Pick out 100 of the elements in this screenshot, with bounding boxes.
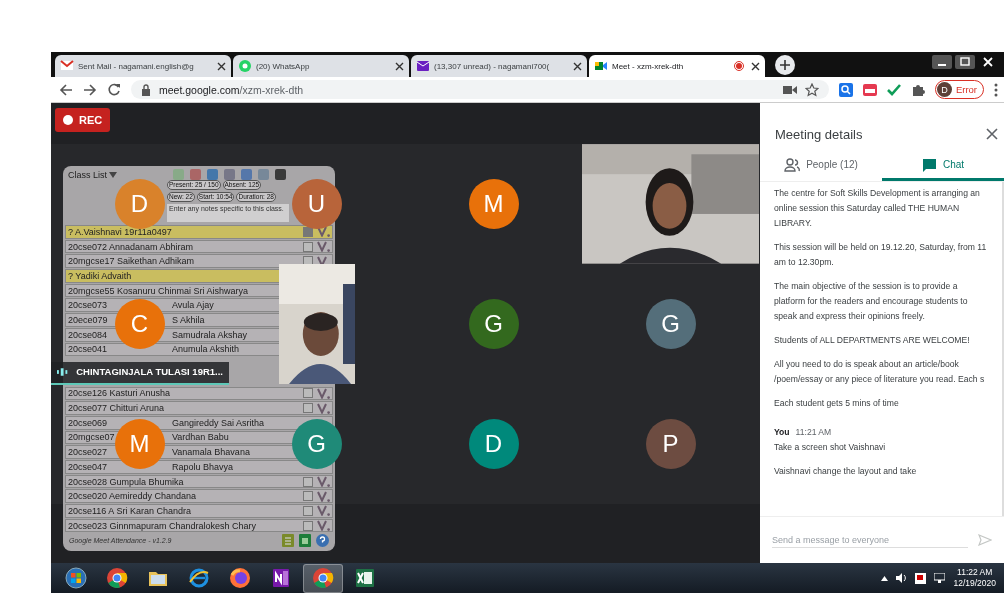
class-selector[interactable]: Class List [68, 169, 117, 180]
forward-icon[interactable] [83, 82, 97, 97]
speaker-icon[interactable] [896, 573, 908, 583]
close-icon[interactable] [573, 61, 582, 71]
puzzle-icon[interactable] [910, 82, 925, 97]
close-icon[interactable] [395, 61, 404, 71]
caret-icon [109, 171, 117, 178]
student-name: 20cse020 Aemireddy Chandana [68, 491, 198, 502]
student-name: ? Yadiki Advaith [68, 270, 133, 281]
tally-icon [317, 520, 330, 532]
close-icon[interactable] [217, 61, 226, 71]
panel-tab[interactable]: Chat [882, 151, 1004, 181]
browser-icon [106, 567, 128, 589]
spreadsheet-icon [354, 567, 376, 589]
sheet-icon[interactable] [299, 534, 311, 548]
chat-message: Vaishnavi change the layout and take [774, 465, 918, 478]
chat-icon [921, 157, 937, 172]
student-name: Anumula Akshith [172, 344, 241, 355]
lock-icon [141, 83, 151, 96]
student-id: 20cse027 [68, 447, 109, 458]
student-name: 20cse072 Annadanam Abhiram [68, 241, 195, 252]
chat-message: Each student gets 5 mins of time [774, 397, 900, 410]
participant-avatar: P [645, 419, 696, 469]
fox-globe-icon [229, 567, 251, 589]
browser-icon [312, 567, 334, 589]
minimize-icon[interactable] [932, 55, 952, 69]
tally-icon [317, 402, 330, 414]
student-name: 20cse077 Chitturi Aruna [68, 403, 166, 414]
panel-tab[interactable]: People (12) [760, 151, 882, 181]
new-tab-icon[interactable] [775, 55, 795, 75]
student-id: 20cse069 [68, 417, 109, 428]
student-name: Vanamala Bhavana [172, 447, 251, 458]
student-id: 20ece079 [68, 314, 109, 325]
participant-avatar: D [468, 419, 519, 469]
close-icon[interactable] [986, 128, 998, 140]
network-icon[interactable] [934, 573, 946, 583]
participant-avatar: G [468, 299, 519, 349]
envelope-icon [416, 59, 430, 73]
checkbox[interactable] [303, 403, 313, 414]
tally-icon [317, 241, 330, 253]
student-name: Samudrala Akshay [172, 329, 249, 340]
tally-icon [317, 490, 330, 502]
taskbar-app[interactable] [303, 563, 343, 593]
envelope-icon [60, 59, 74, 73]
back-icon[interactable] [59, 82, 73, 97]
student-name: S Akhila [172, 314, 206, 325]
student-name: Gangireddy Sai Asritha [172, 417, 266, 428]
close-icon[interactable] [751, 61, 760, 71]
reload-icon[interactable] [107, 82, 121, 97]
checkbox[interactable] [303, 491, 313, 502]
student-id: 20cse084 [68, 329, 109, 340]
chat-icon [238, 59, 252, 73]
chat-message: This session will be held on 19.12.20, Saturday, from 11 am to 12.30pm. [774, 241, 988, 269]
participant-avatar: G [645, 299, 696, 349]
checkbox[interactable] [303, 476, 313, 487]
browser-tab[interactable]: Meet - xzm-xrek-dth [589, 55, 765, 77]
chat-message: The main objective of the session is to provide a platform for the readers and encourage students to speak and express their opinions freely. [774, 280, 969, 323]
browser-tab[interactable]: (20) WhatsApp [233, 55, 409, 77]
tally-icon [317, 226, 330, 238]
student-id: 20mgcse07 [68, 432, 114, 443]
clock[interactable]: 11:22 AM 12/19/2020 [953, 567, 996, 589]
flag-icon[interactable] [915, 572, 927, 584]
checkbox[interactable] [303, 520, 313, 531]
people-icon [784, 157, 801, 172]
tally-icon [317, 505, 330, 517]
chat-message: The centre for Soft Skills Development is arranging an online session this Saturday called THE HUMAN LIBRARY. [774, 187, 981, 230]
student-name: 20cse116 A Sri Karan Chandra [68, 505, 192, 516]
globe-e-icon [188, 567, 210, 589]
audio-level-icon [57, 367, 69, 376]
address-bar[interactable]: meet.google.com/xzm-xrek-dth [131, 80, 829, 99]
search-icon[interactable] [838, 82, 853, 97]
video-camera-icon[interactable] [782, 84, 797, 95]
checkbox[interactable] [303, 505, 313, 516]
sender-name: You [774, 426, 790, 439]
tally-icon [317, 476, 330, 488]
help-icon[interactable] [316, 534, 329, 548]
maximize-icon[interactable] [955, 55, 975, 69]
menu-icon[interactable] [994, 82, 998, 97]
chat-message: All you need to do is speak about an article/book /poem/essay or any piece of literature you read. Each s [774, 358, 986, 386]
message-time: 11:21 AM [795, 426, 832, 439]
browser-tab[interactable]: (13,307 unread) - nagamani700( [411, 55, 587, 77]
toolbar-icon[interactable] [275, 169, 286, 180]
browser-tab[interactable]: Sent Mail - nagamani.english@g [55, 55, 231, 77]
star-icon[interactable] [804, 82, 819, 97]
show-hidden-icon[interactable] [881, 575, 889, 581]
student-name: ? A.Vaishnavi 19r11a0497 [68, 226, 173, 237]
student-id: 20cse073 [68, 300, 109, 311]
notebook-icon [270, 567, 292, 589]
checkbox[interactable] [303, 226, 313, 237]
panel-title: Meeting details [775, 126, 863, 142]
checkbox[interactable] [303, 388, 313, 399]
student-name: 20mgcse55 Kosanuru Chinmai Sri Aishwarya [68, 285, 250, 296]
checkbox[interactable] [303, 256, 313, 267]
chat-message: Take a screen shot Vaishnavi [774, 441, 887, 454]
checkbox[interactable] [303, 241, 313, 252]
student-name: Avula Ajay [172, 300, 215, 311]
student-name: 20cse028 Gumpula Bhumika [68, 476, 185, 487]
start-orb-icon [65, 567, 87, 589]
checkmark-icon[interactable] [886, 83, 901, 96]
chat-message: Students of ALL DEPARTMENTS ARE WELCOME! [774, 334, 971, 347]
